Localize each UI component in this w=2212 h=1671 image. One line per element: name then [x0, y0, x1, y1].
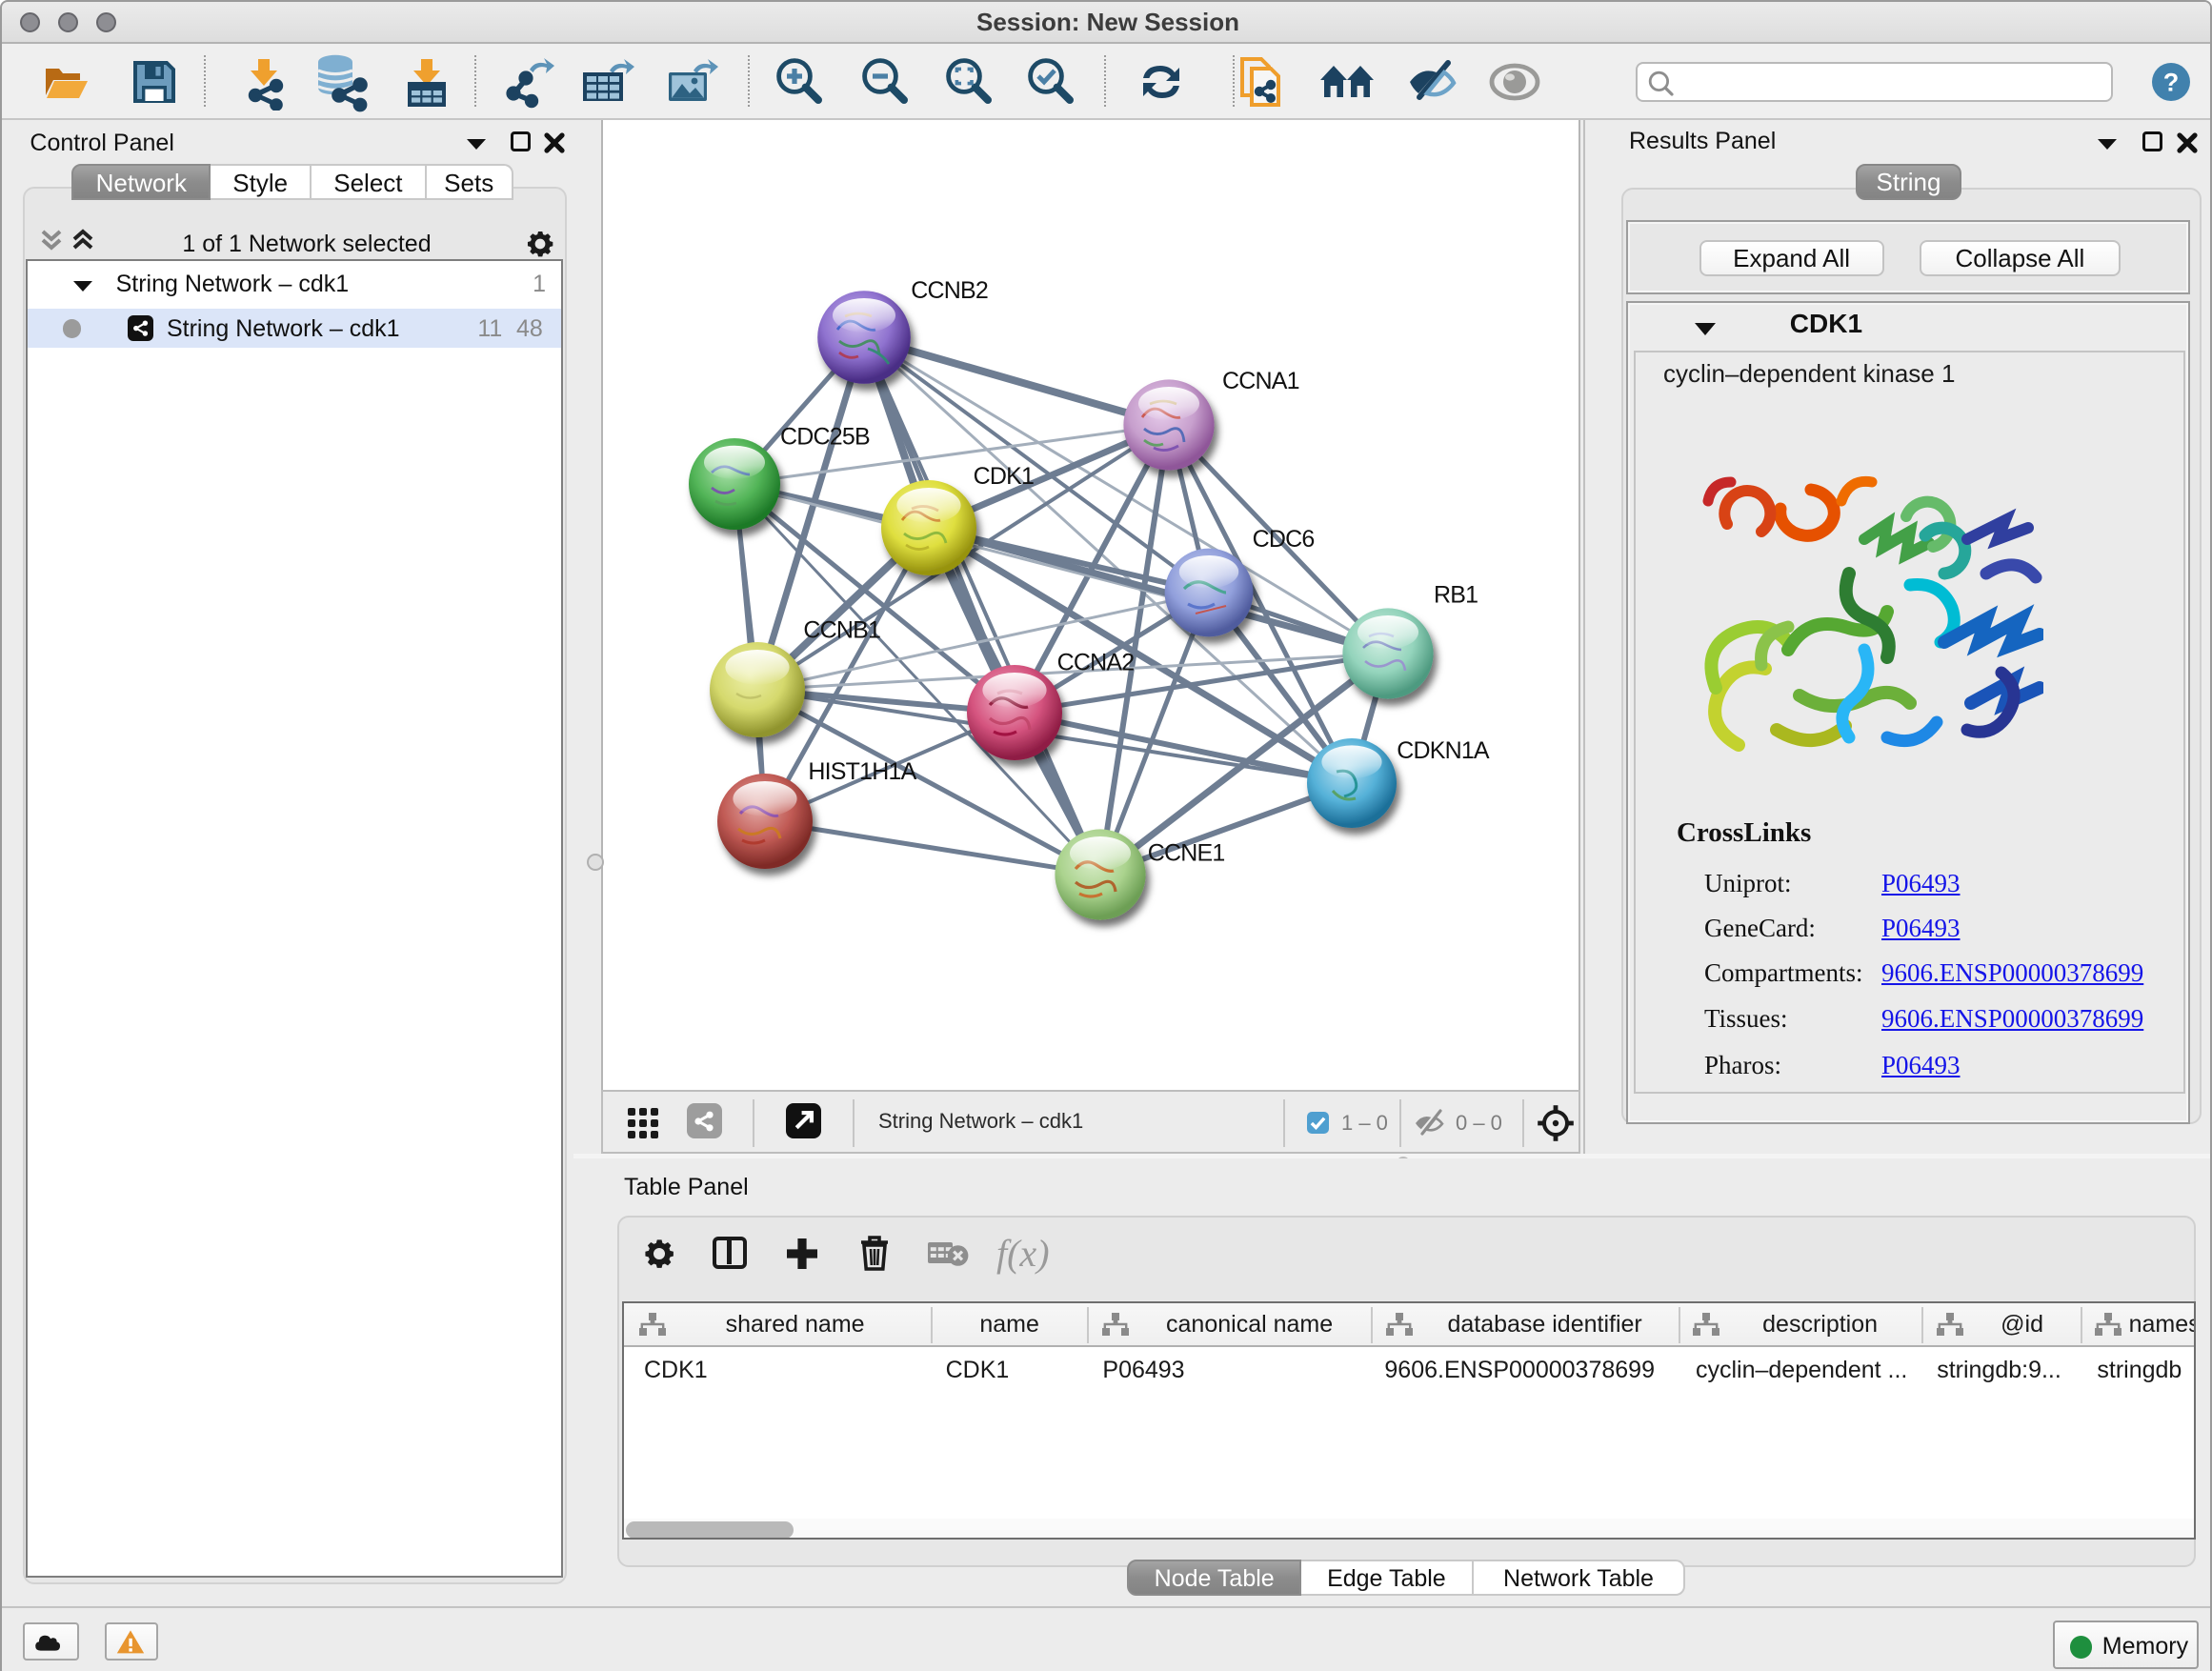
svg-text:?: ?: [2163, 68, 2180, 96]
svg-text:CCNE1: CCNE1: [1148, 840, 1225, 867]
svg-text:CCNA2: CCNA2: [1056, 650, 1134, 676]
svg-text:CDK1: CDK1: [973, 463, 1034, 490]
svg-text:RB1: RB1: [1434, 582, 1478, 609]
svg-text:CCNA1: CCNA1: [1222, 368, 1299, 394]
svg-text:CCNB2: CCNB2: [911, 277, 988, 304]
svg-text:CCNB1: CCNB1: [803, 616, 880, 643]
svg-text:HIST1H1A: HIST1H1A: [808, 758, 916, 785]
svg-text:CDC25B: CDC25B: [780, 424, 870, 451]
svg-text:CDC6: CDC6: [1252, 526, 1314, 553]
svg-text:CDKN1A: CDKN1A: [1397, 737, 1490, 764]
